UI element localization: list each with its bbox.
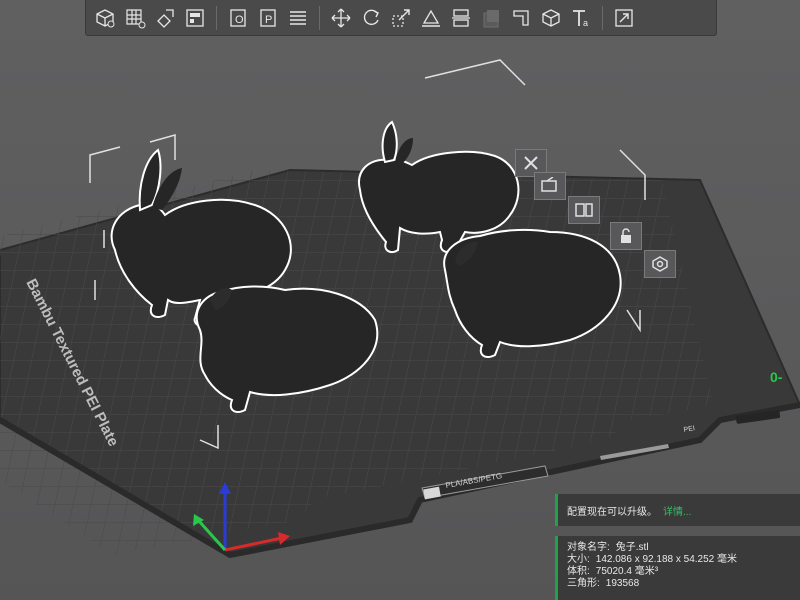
seam-paint-icon[interactable] xyxy=(509,6,533,30)
details-link[interactable]: 详情... xyxy=(663,503,691,518)
cut-icon[interactable] xyxy=(449,6,473,30)
object-info-panel: 对象名字: 兔子.stl 大小: 142.086 x 92.188 x 54.252… xyxy=(555,536,800,600)
settings-icon[interactable] xyxy=(644,250,676,278)
object-volume-row: 体积: 75020.4 毫米³ xyxy=(567,566,659,577)
text-icon[interactable]: a xyxy=(569,6,593,30)
split-parts-icon[interactable]: P xyxy=(256,6,280,30)
object-name-row: 对象名字: 兔子.stl xyxy=(567,542,649,553)
lock-icon[interactable] xyxy=(610,222,642,250)
toolbar-separator xyxy=(216,5,217,30)
scale-icon[interactable] xyxy=(389,6,413,30)
assembly-view-icon[interactable] xyxy=(612,6,636,30)
orient-icon[interactable] xyxy=(534,172,566,200)
auto-orient-icon[interactable] xyxy=(153,6,177,30)
axis-label-right: 0- xyxy=(770,369,783,385)
svg-text:P: P xyxy=(265,14,272,26)
support-paint-icon[interactable] xyxy=(479,6,503,30)
top-toolbar: O P a xyxy=(85,0,717,36)
object-triangles-row: 三角形: 193568 xyxy=(567,578,640,589)
toolbar-separator xyxy=(319,5,320,30)
svg-text:O: O xyxy=(235,14,244,26)
toolbar-separator xyxy=(602,5,603,30)
notice-text: 配置现在可以升级。 xyxy=(567,506,657,518)
arrange-icon[interactable] xyxy=(568,196,600,224)
upgrade-notice: 配置现在可以升级。 详情... xyxy=(555,494,800,526)
add-plate-icon[interactable] xyxy=(123,6,147,30)
svg-text:a: a xyxy=(583,18,588,28)
arrange-icon[interactable] xyxy=(183,6,207,30)
layers-icon[interactable] xyxy=(286,6,310,30)
rotate-icon[interactable] xyxy=(359,6,383,30)
object-size-row: 大小: 142.086 x 92.188 x 54.252 毫米 xyxy=(567,554,737,565)
lay-on-face-icon[interactable] xyxy=(419,6,443,30)
split-objects-icon[interactable]: O xyxy=(226,6,250,30)
add-object-icon[interactable] xyxy=(93,6,117,30)
move-icon[interactable] xyxy=(329,6,353,30)
color-paint-icon[interactable] xyxy=(539,6,563,30)
